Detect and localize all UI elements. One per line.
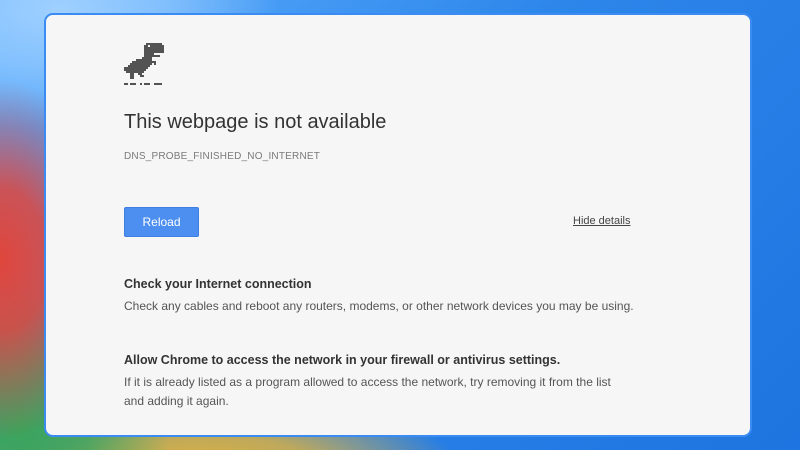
reload-button[interactable]: Reload	[124, 207, 199, 237]
browser-error-page: This webpage is not available DNS_PROBE_…	[44, 13, 752, 437]
dinosaur-icon	[124, 43, 164, 90]
suggestion-body: Check any cables and reboot any routers,…	[124, 299, 634, 313]
suggestion-firewall-settings: Allow Chrome to access the network in yo…	[124, 353, 634, 411]
suggestion-heading: Check your Internet connection	[124, 277, 312, 291]
suggestion-body: If it is already listed as a program all…	[124, 375, 611, 408]
error-code: DNS_PROBE_FINISHED_NO_INTERNET	[124, 151, 321, 162]
hide-details-link[interactable]: Hide details	[573, 215, 630, 227]
suggestion-check-connection: Check your Internet connection Check any…	[124, 277, 634, 316]
page-title: This webpage is not available	[124, 111, 387, 133]
suggestion-heading: Allow Chrome to access the network in yo…	[124, 353, 561, 367]
